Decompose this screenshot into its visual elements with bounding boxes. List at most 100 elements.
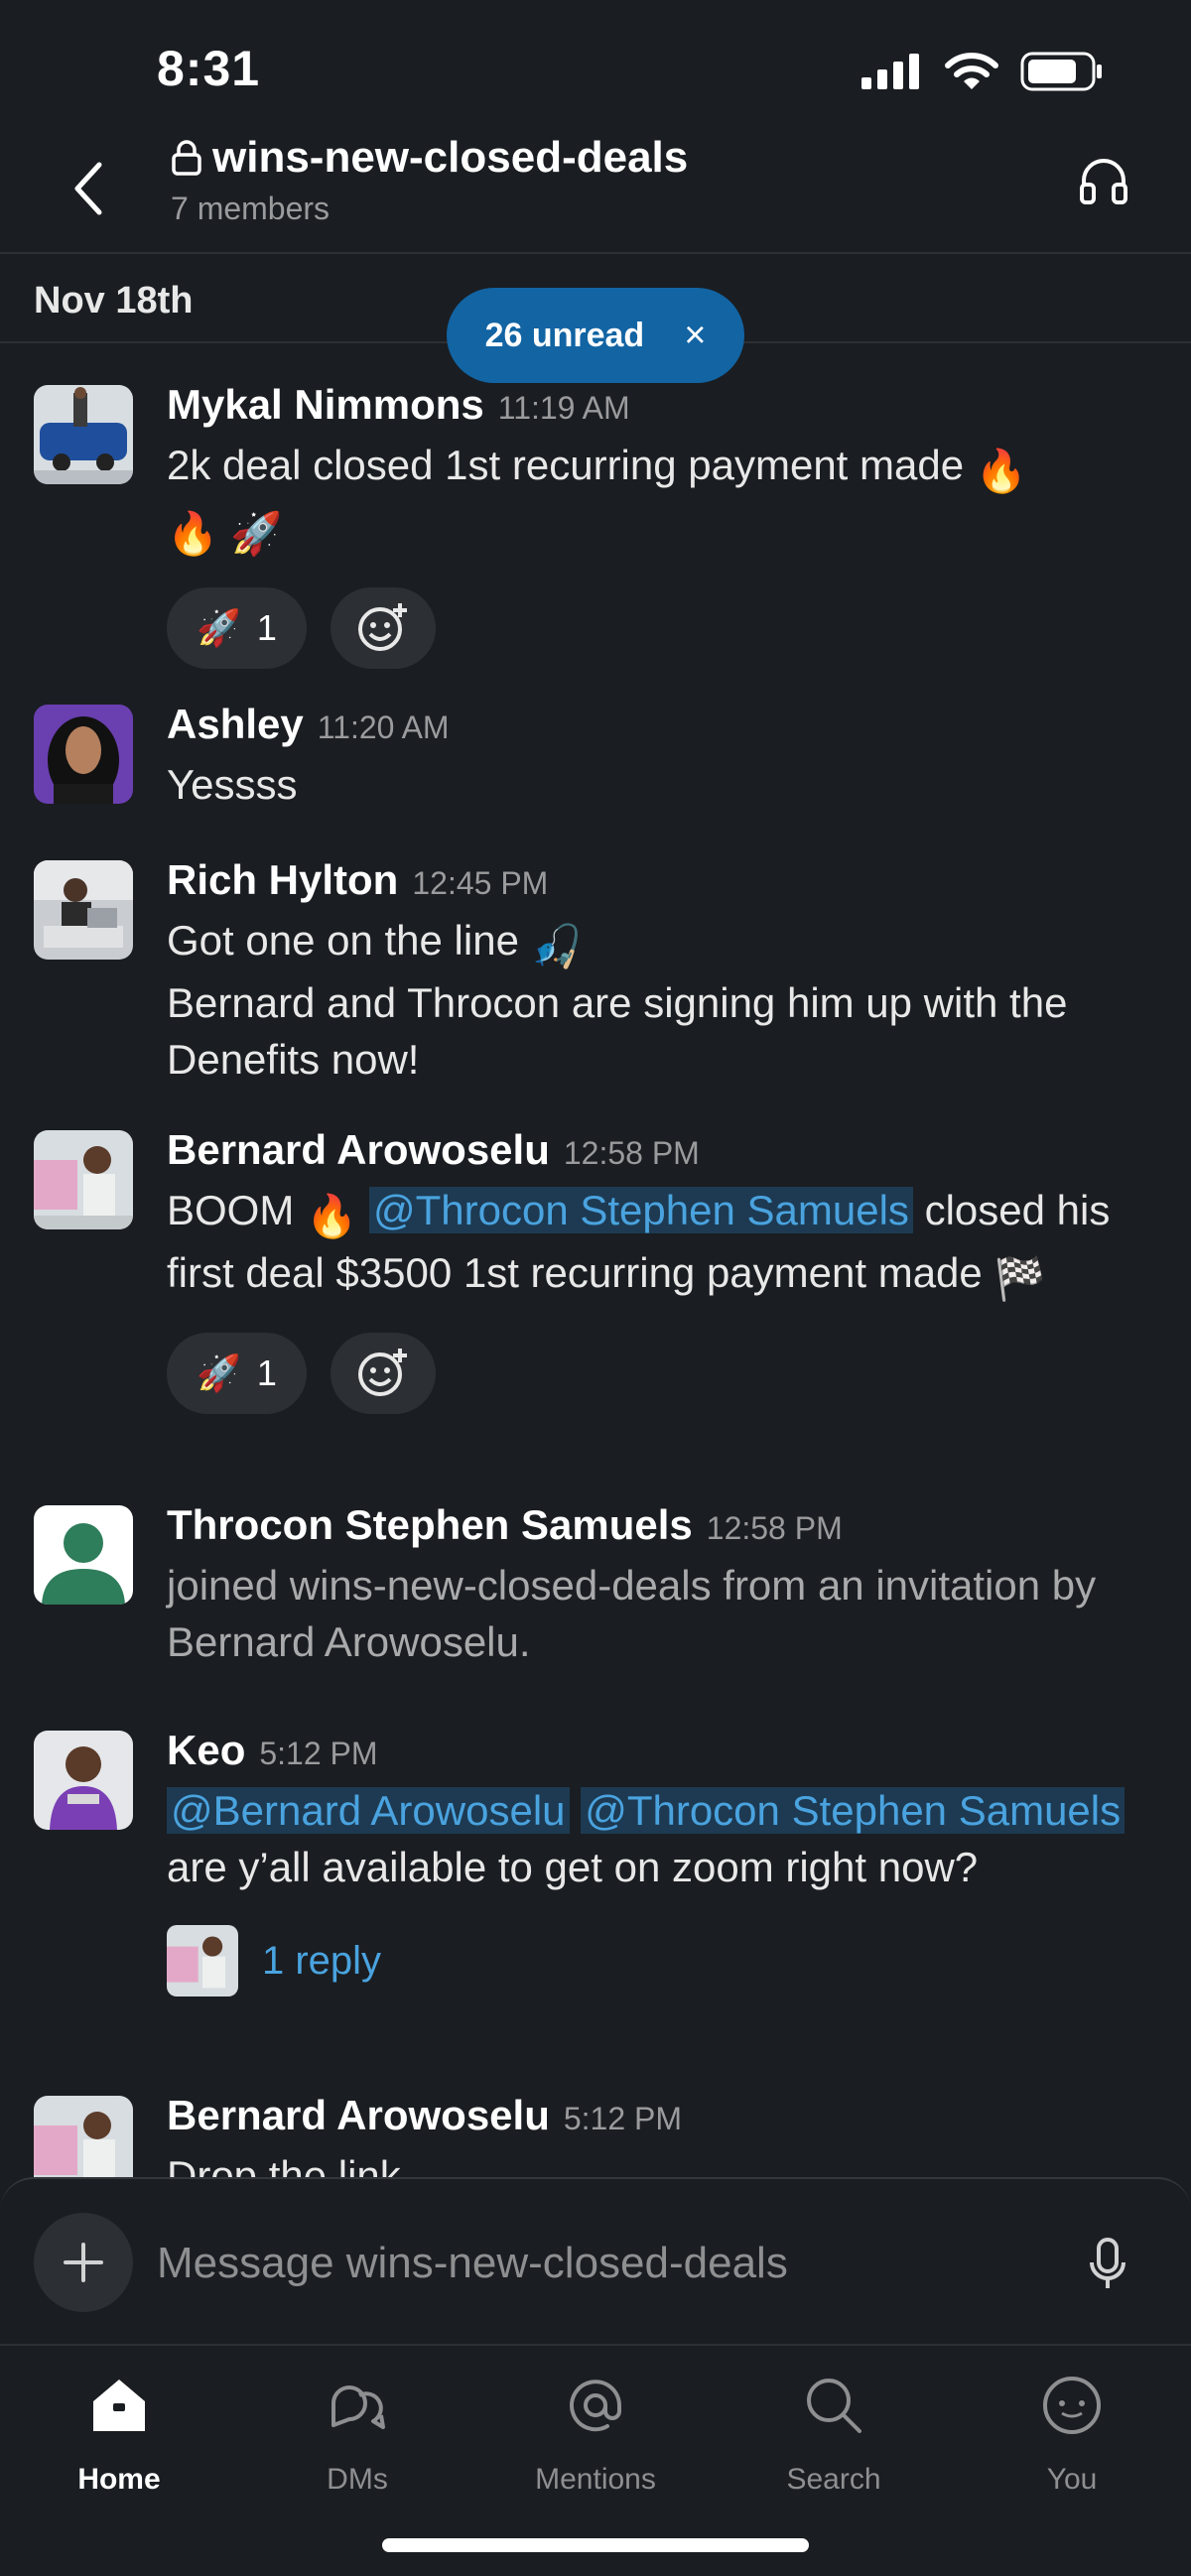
author-name[interactable]: Bernard Arowoselu (167, 1126, 550, 1174)
message-text: Got one on the line 🎣 Bernard and Throco… (167, 912, 1161, 1088)
add-reaction-button[interactable] (330, 587, 436, 669)
avatar[interactable] (34, 1130, 133, 1229)
channel-name: wins-new-closed-deals (212, 133, 689, 182)
signal-icon (861, 54, 919, 89)
message-text: BOOM 🔥 @Throcon Stephen Samuels closed h… (167, 1182, 1161, 1307)
tab-label: You (1046, 2463, 1098, 2496)
tab-you[interactable]: You (973, 2366, 1171, 2497)
reactions: 🚀 1 (167, 1333, 1161, 1414)
unread-pill[interactable]: 26 unread × (447, 288, 744, 383)
slack-channel-screen: 8:31 wins-new-closed-deals 7 members Nov… (0, 0, 1191, 2576)
home-icon (93, 2380, 145, 2431)
tab-home[interactable]: Home (20, 2366, 218, 2497)
timestamp: 5:12 PM (563, 2101, 683, 2136)
you-icon (1043, 2377, 1101, 2434)
message-body: Bernard Arowoselu 12:58 PM BOOM 🔥 @Throc… (167, 1126, 1161, 1414)
reaction-rocket[interactable]: 🚀 1 (167, 587, 307, 669)
reply-count-link[interactable]: 1 reply (262, 1939, 381, 1984)
message-text-line: BOOM (167, 1187, 307, 1233)
add-emoji-icon (357, 603, 407, 651)
status-time: 8:31 (157, 41, 261, 96)
back-icon[interactable] (69, 159, 109, 218)
reactions: 🚀 1 (167, 587, 1161, 669)
battery-icon (1020, 52, 1102, 91)
mentions-icon (570, 2380, 621, 2432)
message-body: Keo 5:12 PM @Bernard Arowoselu @Throcon … (167, 1727, 1161, 1996)
message-text: Drop the link (167, 2152, 401, 2177)
plus-icon (64, 2243, 103, 2282)
status-bar: 8:31 (0, 0, 1191, 139)
message-composer (0, 2177, 1191, 2344)
avatar[interactable] (34, 1731, 133, 1830)
unread-label: 26 unread (484, 316, 645, 354)
timestamp: 12:45 PM (412, 865, 549, 901)
tab-dms[interactable]: DMs (258, 2366, 457, 2497)
author-name[interactable]: Rich Hylton (167, 856, 398, 904)
reaction-rocket[interactable]: 🚀 1 (167, 1333, 307, 1414)
message-text: Yessss (167, 761, 298, 808)
message-text: joined wins-new-closed-deals from an inv… (167, 1562, 1097, 1665)
author-name[interactable]: Throcon Stephen Samuels (167, 1501, 693, 1549)
add-reaction-button[interactable] (330, 1333, 436, 1414)
user-mention[interactable]: @Throcon Stephen Samuels (368, 1187, 913, 1233)
tab-search[interactable]: Search (734, 2366, 933, 2497)
tab-label: Home (77, 2463, 161, 2496)
tab-label: Mentions (535, 2463, 656, 2496)
tab-label: DMs (327, 2463, 388, 2496)
timestamp: 12:58 PM (563, 1135, 700, 1171)
headphones-icon[interactable] (1078, 155, 1129, 206)
message-text: @Bernard Arowoselu @Throcon Stephen Samu… (167, 1782, 1161, 1895)
timestamp: 11:19 AM (497, 390, 630, 426)
message-body: Bernard Arowoselu 5:12 PM Drop the link (167, 2092, 1161, 2177)
user-mention[interactable]: @Throcon Stephen Samuels (581, 1787, 1125, 1834)
reaction-count: 1 (256, 1352, 277, 1393)
timestamp: 12:58 PM (706, 1510, 843, 1546)
user-mention[interactable]: @Bernard Arowoselu (167, 1787, 570, 1834)
fire-emoji-icon: 🔥 (975, 448, 1028, 494)
channel-title[interactable]: wins-new-closed-deals (171, 133, 688, 183)
channel-header: wins-new-closed-deals 7 members (0, 119, 1191, 254)
fire-emoji-icon: 🔥 (167, 510, 219, 557)
message-text-line: are y’all available to get on zoom right… (167, 1844, 979, 1890)
microphone-icon[interactable] (1088, 2237, 1127, 2292)
dms-icon (331, 2385, 385, 2429)
lock-icon (172, 140, 201, 176)
message-body: Ashley 11:20 AM Yessss (167, 701, 1161, 813)
rocket-emoji-icon: 🚀 (229, 510, 283, 557)
fishing-pole-emoji-icon: 🎣 (530, 923, 583, 969)
tab-label: Search (786, 2463, 881, 2496)
avatar[interactable] (34, 1505, 133, 1605)
member-count[interactable]: 7 members (171, 191, 330, 227)
tab-mentions[interactable]: Mentions (496, 2366, 695, 2497)
message-body: Mykal Nimmons 11:19 AM 2k deal closed 1s… (167, 381, 1161, 669)
avatar[interactable] (34, 705, 133, 804)
date-label: Nov 18th (34, 280, 194, 322)
avatar[interactable] (34, 385, 133, 484)
search-icon (807, 2379, 861, 2433)
message-text-line: Got one on the line (167, 917, 531, 964)
author-name[interactable]: Keo (167, 1727, 245, 1774)
message-body: Throcon Stephen Samuels 12:58 PM joined … (167, 1501, 1161, 1670)
message-text-line: Bernard and Throcon are signing him up w… (167, 979, 1068, 1083)
avatar[interactable] (34, 2096, 133, 2177)
home-indicator (382, 2538, 809, 2552)
author-name[interactable]: Ashley (167, 701, 304, 748)
message-text-line: 2k deal closed 1st recurring payment mad… (167, 442, 976, 488)
message-input[interactable] (157, 2229, 951, 2298)
close-icon[interactable]: × (684, 315, 706, 357)
add-emoji-icon (357, 1349, 407, 1396)
message-text: 2k deal closed 1st recurring payment mad… (167, 437, 1161, 562)
thread-replies[interactable]: 1 reply (167, 1925, 1161, 1996)
avatar[interactable] (34, 860, 133, 960)
checkered-flag-emoji-icon: 🏁 (993, 1255, 1046, 1302)
timestamp: 5:12 PM (259, 1736, 378, 1771)
reaction-count: 1 (256, 607, 277, 648)
wifi-icon (945, 53, 998, 89)
author-name[interactable]: Mykal Nimmons (167, 381, 484, 429)
author-name[interactable]: Bernard Arowoselu (167, 2092, 550, 2139)
rocket-emoji-icon: 🚀 (197, 1352, 241, 1393)
status-icons (861, 52, 1104, 91)
rocket-emoji-icon: 🚀 (197, 607, 241, 648)
timestamp: 11:20 AM (317, 709, 450, 745)
attach-button[interactable] (34, 2213, 133, 2312)
